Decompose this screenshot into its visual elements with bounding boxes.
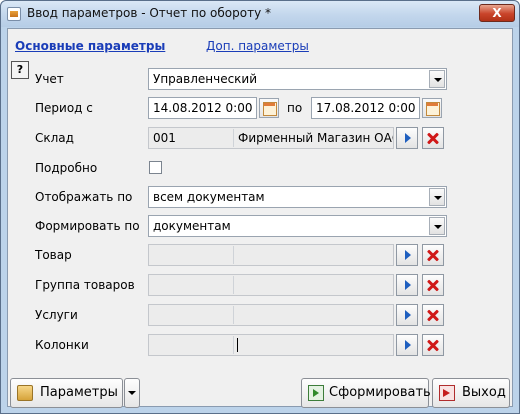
clear-x-icon[interactable]	[422, 304, 444, 326]
calendar-icon[interactable]	[259, 98, 279, 118]
select-arrow-icon[interactable]	[396, 334, 418, 356]
params-button-label: Параметры	[40, 385, 118, 400]
period-label: Период с	[35, 101, 93, 115]
sklad-field[interactable]: 001 Фирменный Магазин ОАО	[148, 127, 394, 149]
period-to-label: по	[287, 101, 303, 115]
field-divider	[233, 336, 234, 354]
tovar-field[interactable]	[148, 244, 394, 266]
uchet-label: Учет	[35, 72, 64, 86]
select-arrow-icon[interactable]	[396, 304, 418, 326]
tab-extra-params[interactable]: Доп. параметры	[206, 39, 309, 53]
title-bar[interactable]: Ввод параметров - Отчет по обороту * X	[1, 1, 519, 27]
dialog-body: Основные параметры Доп. параметры ? Учет…	[7, 28, 513, 408]
uchet-value: Управленческий	[153, 72, 258, 86]
params-dropdown-button[interactable]	[124, 378, 140, 408]
sklad-name: Фирменный Магазин ОАО	[238, 131, 394, 145]
otobrazhat-label: Отображать по	[35, 190, 133, 204]
select-arrow-icon[interactable]	[396, 244, 418, 266]
params-button[interactable]: Параметры	[10, 378, 123, 408]
exit-button[interactable]: Выход	[432, 378, 510, 408]
clear-x-icon[interactable]	[422, 274, 444, 296]
run-report-icon	[308, 385, 324, 401]
tovar-label: Товар	[35, 248, 72, 262]
close-button[interactable]: X	[479, 4, 515, 22]
window-title: Ввод параметров - Отчет по обороту *	[27, 6, 272, 20]
otobrazhat-value: всем документам	[153, 190, 265, 204]
select-arrow-icon[interactable]	[396, 127, 418, 149]
app-icon	[7, 7, 21, 21]
formirovat-label: Формировать по	[35, 219, 140, 233]
clear-x-icon[interactable]	[422, 127, 444, 149]
calendar-icon[interactable]	[422, 98, 442, 118]
gruppa-field[interactable]	[148, 274, 394, 296]
period-to-input[interactable]: 17.08.2012 0:00	[311, 97, 420, 119]
text-cursor	[237, 338, 238, 352]
uslugi-label: Услуги	[35, 308, 78, 322]
otobrazhat-select[interactable]: всем документам	[148, 186, 447, 208]
formirovat-select[interactable]: документам	[148, 215, 447, 237]
formirovat-value: документам	[153, 219, 231, 233]
tab-main-params[interactable]: Основные параметры	[15, 39, 165, 53]
podrobno-checkbox[interactable]	[149, 161, 162, 174]
form-report-button-label: Сформировать	[329, 385, 431, 400]
exit-icon	[439, 385, 455, 401]
chevron-down-icon[interactable]	[429, 70, 445, 88]
chevron-down-icon[interactable]	[429, 217, 445, 235]
period-from-input[interactable]: 14.08.2012 0:00	[148, 97, 257, 119]
form-report-button[interactable]: Сформировать	[301, 378, 431, 408]
sklad-label: Склад	[35, 131, 74, 145]
exit-button-label: Выход	[462, 385, 506, 400]
uchet-select[interactable]: Управленческий	[148, 68, 447, 90]
clear-x-icon[interactable]	[422, 334, 444, 356]
podrobno-label: Подробно	[35, 161, 98, 175]
dialog-window: Ввод параметров - Отчет по обороту * X О…	[0, 0, 520, 414]
select-arrow-icon[interactable]	[396, 274, 418, 296]
params-icon	[17, 385, 33, 401]
kolonki-label: Колонки	[35, 338, 89, 352]
field-divider	[233, 306, 234, 324]
clear-x-icon[interactable]	[422, 244, 444, 266]
gruppa-label: Группа товаров	[35, 278, 135, 292]
field-divider	[233, 246, 234, 264]
field-divider	[233, 129, 234, 147]
chevron-down-icon[interactable]	[429, 188, 445, 206]
sklad-code: 001	[153, 131, 176, 145]
field-divider	[233, 276, 234, 294]
help-button[interactable]: ?	[11, 61, 29, 79]
uslugi-field[interactable]	[148, 304, 394, 326]
kolonki-field[interactable]	[148, 334, 394, 356]
